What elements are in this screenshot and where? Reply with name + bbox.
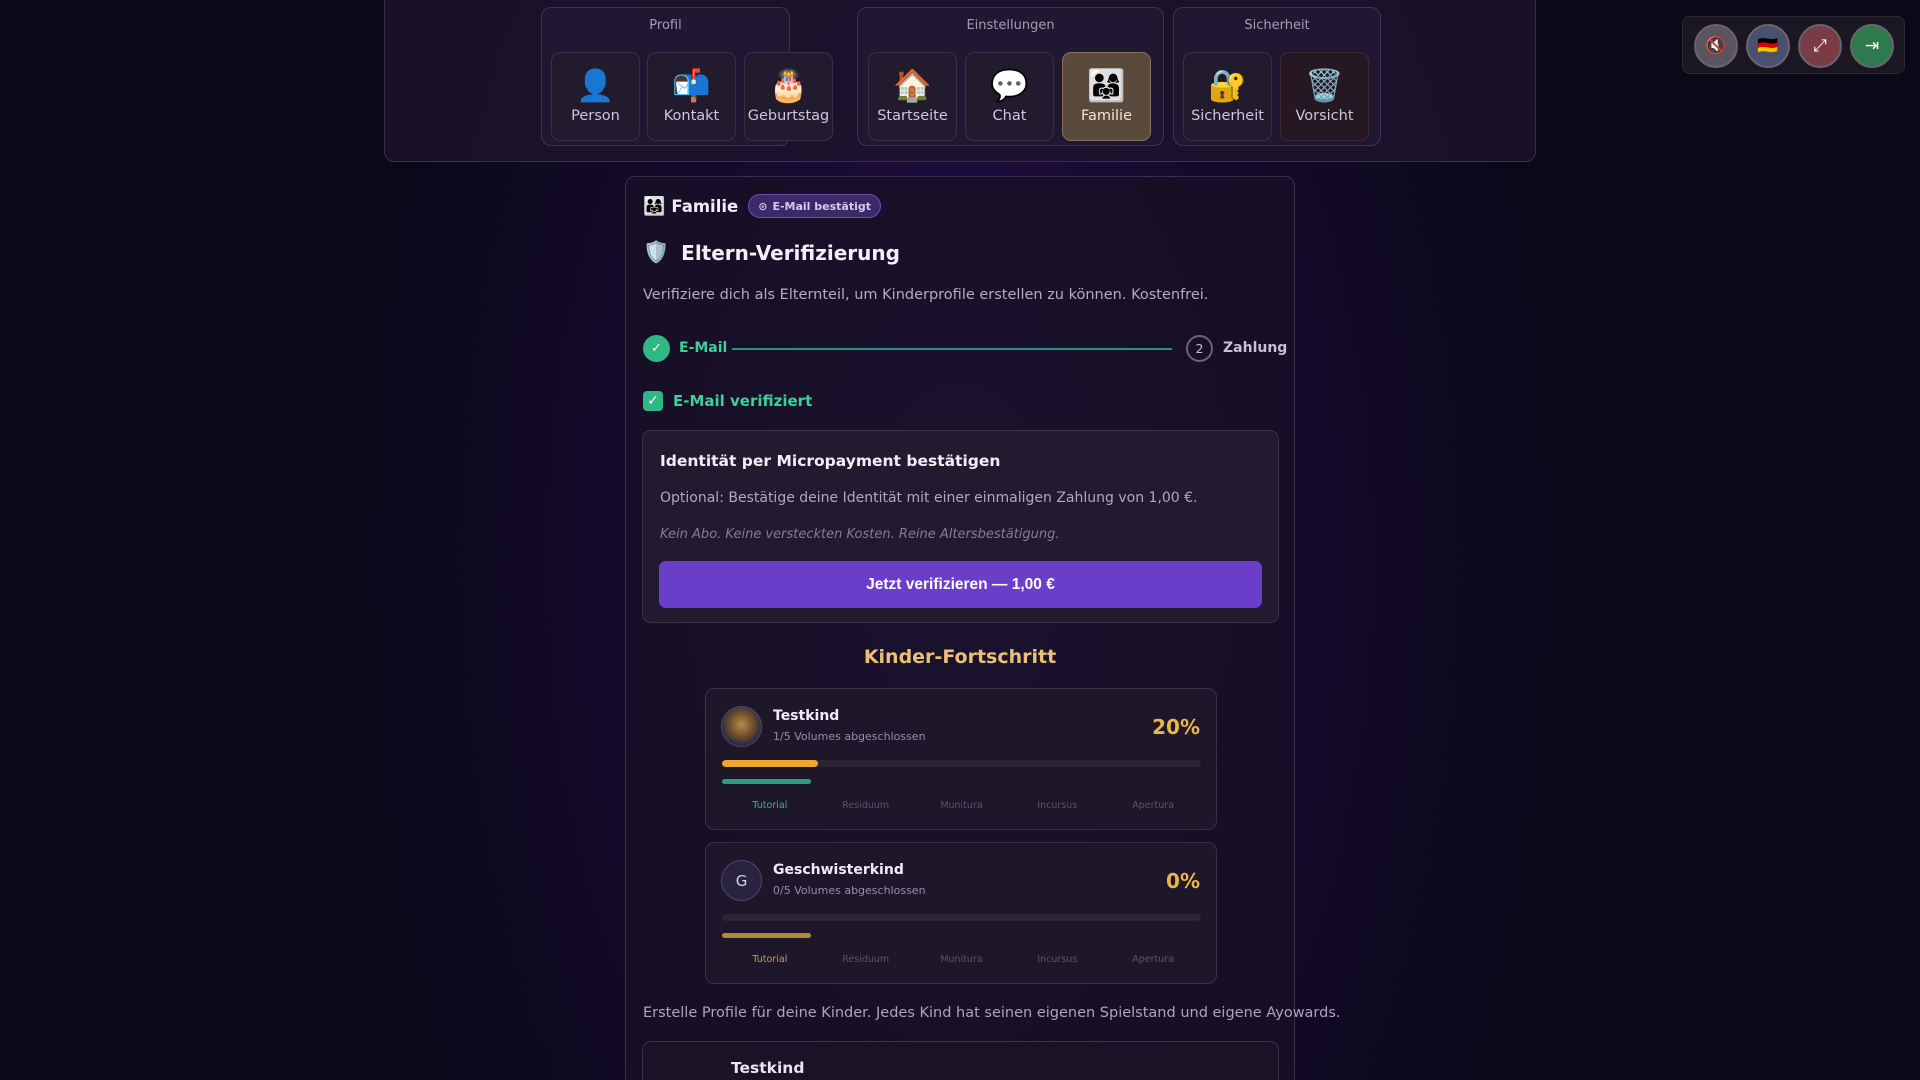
check-box-icon: ✓ bbox=[643, 391, 663, 411]
nav-button-kontakt[interactable]: 📬 Kontakt bbox=[647, 52, 736, 141]
nav-button-label: Kontakt bbox=[663, 108, 720, 124]
nav-group-profil: Profil 👤 Person 📬 Kontakt 🎂 Geburtstag bbox=[541, 7, 833, 146]
kid-name: Geschwisterkind bbox=[773, 862, 904, 878]
volume-labels: Tutorial Residuum Munitura Incursus Aper… bbox=[722, 800, 1201, 811]
logout-icon: ⇥ bbox=[1864, 36, 1880, 56]
volume-label: Apertura bbox=[1132, 954, 1174, 965]
nav-group-title: Sicherheit bbox=[1244, 18, 1310, 33]
nav-button-label: Chat bbox=[992, 108, 1027, 124]
trash-icon: 🗑️ bbox=[1305, 68, 1344, 104]
kid-progress-percent: 0% bbox=[1166, 869, 1200, 893]
badge-label: E-Mail bestätigt bbox=[772, 199, 871, 213]
nav-group-sicherheit: Sicherheit 🔐 Sicherheit 🗑️ Vorsicht bbox=[1173, 7, 1381, 146]
step-done-marker: ✓ bbox=[643, 335, 670, 362]
verification-heading: 🛡️ Eltern-Verifizierung bbox=[643, 240, 900, 265]
family-icon: 👨‍👩‍👧 bbox=[643, 195, 666, 217]
volume-label: Tutorial bbox=[752, 954, 788, 965]
shield-icon: 🛡️ bbox=[643, 240, 670, 264]
nav-button-label: Geburtstag bbox=[747, 108, 830, 124]
micropayment-title: Identität per Micropayment bestätigen bbox=[660, 452, 1001, 470]
family-icon: 👨‍👩‍👧 bbox=[1087, 68, 1126, 104]
mute-button[interactable]: 🔇 bbox=[1694, 24, 1738, 68]
nav-group-einstellungen: Einstellungen 🏠 Startseite 💬 Chat 👨‍👩‍👧 … bbox=[857, 7, 1164, 146]
verification-title: Eltern-Verifizierung bbox=[681, 240, 900, 265]
verify-now-button[interactable]: Jetzt verifizieren — 1,00 € bbox=[659, 561, 1262, 608]
kid-progress-bar bbox=[722, 760, 1201, 767]
volume-label: Incursus bbox=[1037, 800, 1078, 811]
mute-icon: 🔇 bbox=[1705, 36, 1727, 56]
step-number-marker: 2 bbox=[1186, 335, 1213, 362]
verification-stepper: ✓ E-Mail 2 Zahlung bbox=[643, 335, 1287, 363]
check-circle-icon: ⊙ bbox=[758, 199, 768, 213]
step-connector bbox=[732, 348, 1172, 350]
volume-labels: Tutorial Residuum Munitura Incursus Aper… bbox=[722, 954, 1201, 965]
volume-label: Tutorial bbox=[752, 800, 788, 811]
kid-progress-bar bbox=[722, 914, 1201, 921]
kid-profile-name: Testkind bbox=[731, 1059, 805, 1077]
fullscreen-button[interactable]: ⤢ bbox=[1798, 24, 1842, 68]
nav-button-label: Sicherheit bbox=[1191, 108, 1264, 124]
family-card: 👨‍👩‍👧 Familie ⊙ E-Mail bestätigt 🛡️ Elte… bbox=[625, 176, 1341, 1080]
verification-description: Verifiziere dich als Elternteil, um Kind… bbox=[643, 287, 1209, 303]
birthday-cake-icon: 🎂 bbox=[769, 68, 808, 104]
email-confirmed-badge: ⊙ E-Mail bestätigt bbox=[748, 194, 881, 218]
step-email-label: E-Mail bbox=[679, 340, 728, 356]
volume-label: Residuum bbox=[842, 800, 890, 811]
person-icon: 👤 bbox=[576, 68, 615, 104]
nav-button-chat[interactable]: 💬 Chat bbox=[965, 52, 1054, 141]
avatar: G bbox=[721, 860, 762, 901]
avatar bbox=[721, 706, 762, 747]
nav-button-label: Vorsicht bbox=[1295, 108, 1354, 124]
logout-button[interactable]: ⇥ bbox=[1850, 24, 1894, 68]
volume-label: Incursus bbox=[1037, 954, 1078, 965]
email-verified-text: E-Mail verifiziert bbox=[673, 392, 813, 410]
nav-group-title: Profil bbox=[649, 18, 682, 33]
micropayment-description: Optional: Bestätige deine Identität mit … bbox=[660, 490, 1198, 506]
mailbox-icon: 📬 bbox=[672, 68, 711, 104]
nav-group-title: Einstellungen bbox=[966, 18, 1055, 33]
nav-button-label: Startseite bbox=[877, 108, 948, 124]
lock-with-key-icon: 🔐 bbox=[1208, 68, 1247, 104]
expand-icon: ⤢ bbox=[1813, 36, 1827, 56]
kid-progress-card[interactable]: G Geschwisterkind 0/5 Volumes abgeschlos… bbox=[705, 842, 1217, 984]
email-verified-status: ✓ E-Mail verifiziert bbox=[643, 391, 812, 411]
window-controls: 🔇 🇩🇪 ⤢ ⇥ bbox=[1682, 16, 1905, 74]
micropayment-box: Identität per Micropayment bestätigen Op… bbox=[642, 430, 1279, 623]
nav-button-label: Person bbox=[571, 108, 620, 124]
kid-name: Testkind bbox=[773, 708, 840, 724]
nav-button-person[interactable]: 👤 Person bbox=[551, 52, 640, 141]
family-title: Familie bbox=[671, 196, 739, 216]
micropayment-note: Kein Abo. Keine versteckten Kosten. Rein… bbox=[660, 527, 1060, 542]
current-volume-indicator bbox=[722, 933, 811, 938]
speech-bubble-icon: 💬 bbox=[990, 68, 1029, 104]
kid-volumes-status: 0/5 Volumes abgeschlossen bbox=[773, 884, 926, 897]
kid-volumes-status: 1/5 Volumes abgeschlossen bbox=[773, 730, 926, 743]
nav-button-sicherheit[interactable]: 🔐 Sicherheit bbox=[1183, 52, 1272, 141]
nav-button-geburtstag[interactable]: 🎂 Geburtstag bbox=[744, 52, 833, 141]
kid-profile-item[interactable]: Testkind bbox=[642, 1041, 1279, 1080]
kid-progress-bar-fill bbox=[722, 760, 818, 767]
nav-button-startseite[interactable]: 🏠 Startseite bbox=[868, 52, 957, 141]
nav-button-vorsicht[interactable]: 🗑️ Vorsicht bbox=[1280, 52, 1369, 141]
volume-label: Residuum bbox=[842, 954, 890, 965]
nav-button-familie[interactable]: 👨‍👩‍👧 Familie bbox=[1062, 52, 1151, 141]
german-flag-icon: 🇩🇪 bbox=[1757, 36, 1779, 56]
volume-label: Apertura bbox=[1132, 800, 1174, 811]
step-payment-label: Zahlung bbox=[1223, 340, 1288, 356]
kid-progress-card[interactable]: Testkind 1/5 Volumes abgeschlossen 20% T… bbox=[705, 688, 1217, 830]
family-header: 👨‍👩‍👧 Familie ⊙ E-Mail bestätigt bbox=[643, 194, 881, 218]
language-button[interactable]: 🇩🇪 bbox=[1746, 24, 1790, 68]
create-profiles-hint: Erstelle Profile für deine Kinder. Jedes… bbox=[643, 1005, 1341, 1021]
volume-label: Munitura bbox=[940, 954, 983, 965]
kids-progress-title: Kinder-Fortschritt bbox=[863, 646, 1057, 668]
current-volume-indicator bbox=[722, 779, 811, 784]
volume-label: Munitura bbox=[940, 800, 983, 811]
nav-button-label: Familie bbox=[1080, 108, 1133, 124]
settings-nav-panel: Profil 👤 Person 📬 Kontakt 🎂 Geburtstag E… bbox=[384, 0, 1536, 162]
house-icon: 🏠 bbox=[893, 68, 932, 104]
kid-progress-percent: 20% bbox=[1152, 715, 1200, 739]
